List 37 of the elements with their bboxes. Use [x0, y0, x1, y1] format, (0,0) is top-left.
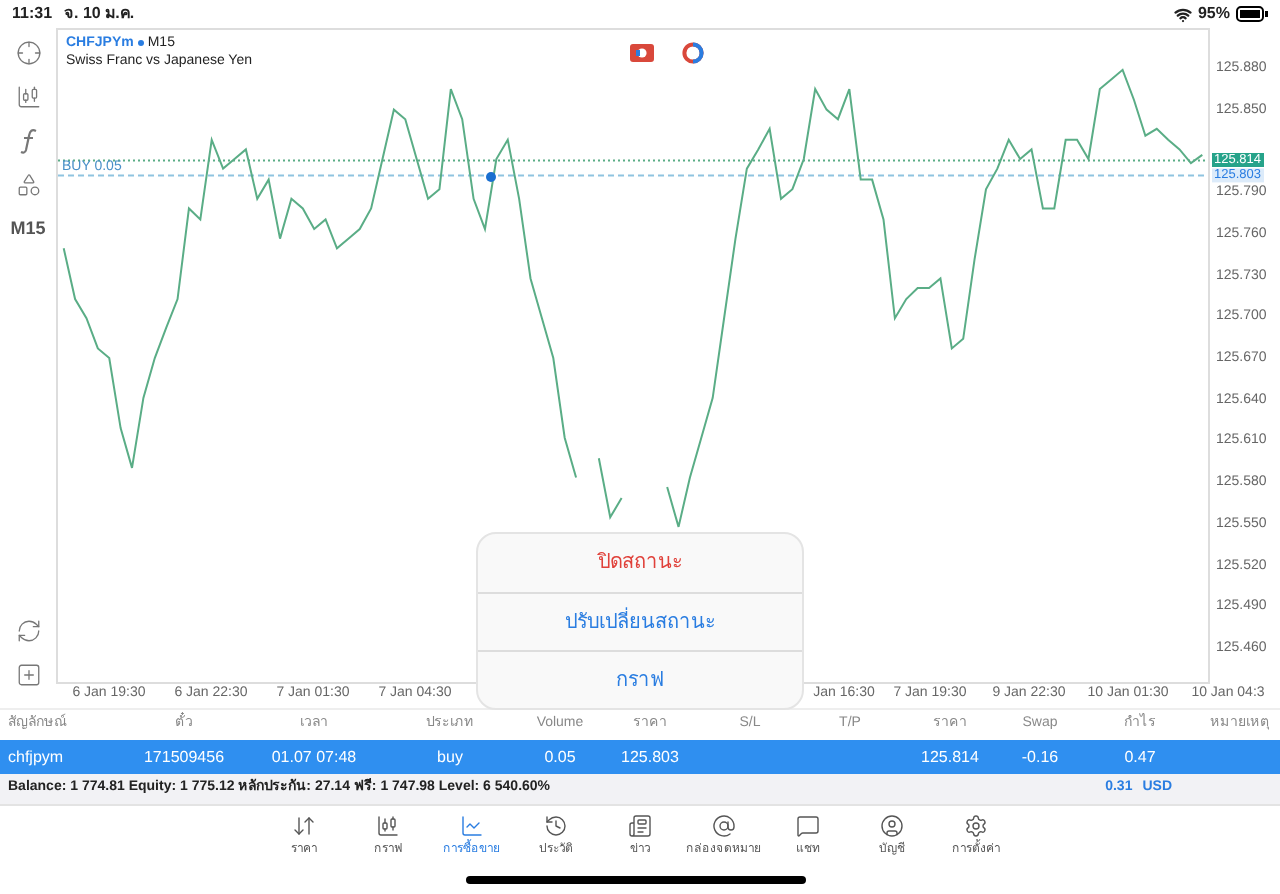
timer-icon [682, 42, 704, 64]
clock-icon [544, 814, 568, 838]
table-cell: chfjpym [8, 747, 64, 765]
newspaper-icon [628, 814, 652, 838]
status-date: จ. 10 ม.ค. [64, 2, 135, 26]
crosshair-icon[interactable] [15, 40, 41, 66]
at-sign-icon [712, 814, 736, 838]
table-cell: 171509456 [143, 747, 225, 765]
action-sheet-item[interactable]: ปิดสถานะ [478, 534, 802, 592]
table-cell: 01.07 07:48 [271, 747, 357, 765]
candlestick-icon [376, 814, 400, 838]
table-cell: 0.05 [544, 747, 576, 765]
action-sheet-item[interactable]: กราฟ [478, 650, 802, 708]
table-cell: buy [437, 747, 463, 765]
user-icon [880, 814, 904, 838]
table-cell: 0.47 [1124, 747, 1156, 765]
table-cell: 125.814 [921, 747, 979, 765]
shapes-icon[interactable] [15, 172, 41, 198]
battery-percent: 95% [1197, 2, 1230, 26]
table-cell: -0.16 [1021, 747, 1059, 765]
table-cell: 125.803 [621, 747, 679, 765]
chat-bubble-icon [796, 814, 820, 838]
line-chart-icon [460, 814, 484, 838]
arrows-icon [292, 814, 316, 838]
gear-icon [964, 814, 988, 838]
add-icon[interactable] [15, 662, 41, 688]
camera-icon [630, 44, 654, 62]
separator-dot-icon [137, 40, 144, 46]
action-sheet-item[interactable]: ปรับเปลี่ยนสถานะ [478, 592, 802, 650]
battery-icon [1236, 6, 1268, 22]
wifi-icon [1173, 5, 1192, 23]
status-time: 11:31 [12, 2, 53, 26]
function-icon[interactable] [19, 128, 37, 154]
timeframe-button[interactable]: M15 [10, 216, 46, 243]
refresh-icon[interactable] [15, 618, 41, 644]
candlestick-icon[interactable] [15, 84, 41, 110]
order-marker-icon [486, 172, 496, 182]
